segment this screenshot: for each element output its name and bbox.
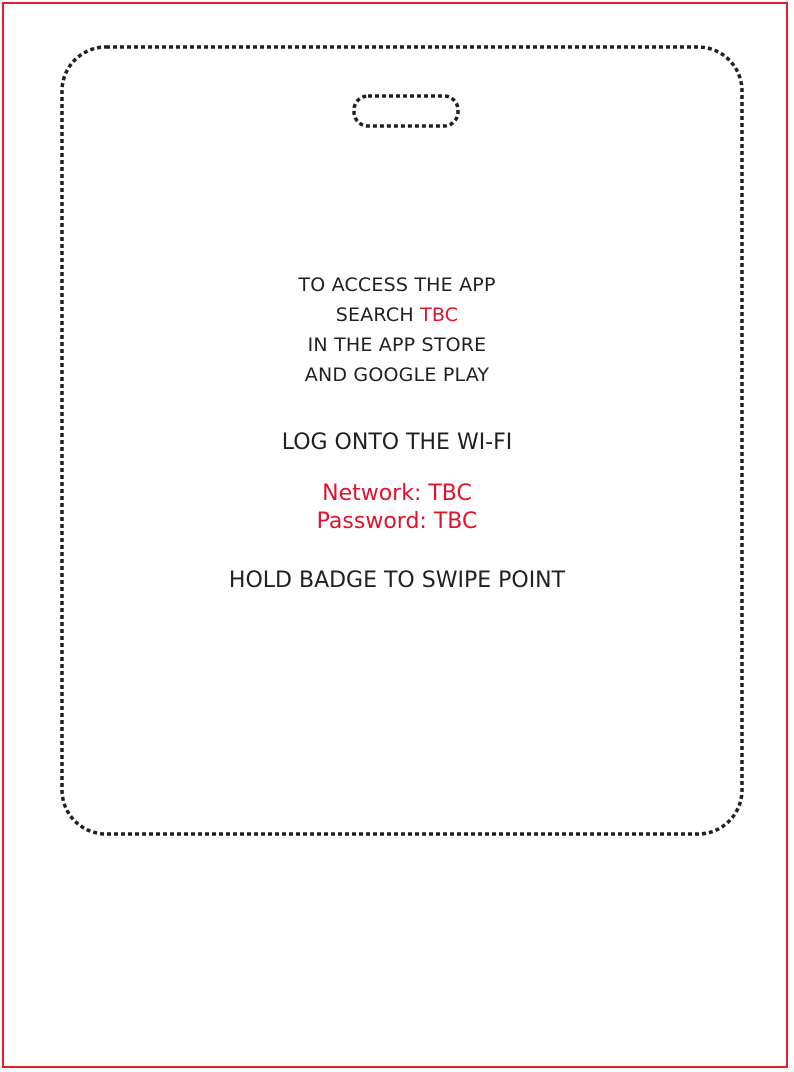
app-line-2: SEARCH TBC — [70, 300, 724, 330]
search-term: TBC — [420, 304, 459, 326]
search-prefix: SEARCH — [335, 304, 421, 326]
wifi-password: Password: TBC — [316, 509, 478, 534]
wifi-details: Network: TBC Password: TBC — [70, 480, 724, 536]
app-line-3: IN THE APP STORE — [307, 334, 487, 356]
badge-cutline — [60, 45, 744, 836]
wifi-heading: LOG ONTO THE WI-FI — [281, 430, 513, 455]
app-instructions: TO ACCESS THE APP SEARCH TBC IN THE APP … — [70, 270, 724, 390]
wifi-network: Network: TBC — [322, 481, 472, 506]
app-line-1: TO ACCESS THE APP — [298, 274, 496, 296]
badge-instruction: HOLD BADGE TO SWIPE POINT — [228, 568, 566, 593]
app-line-4: AND GOOGLE PLAY — [304, 364, 490, 386]
lanyard-slot — [352, 94, 460, 128]
